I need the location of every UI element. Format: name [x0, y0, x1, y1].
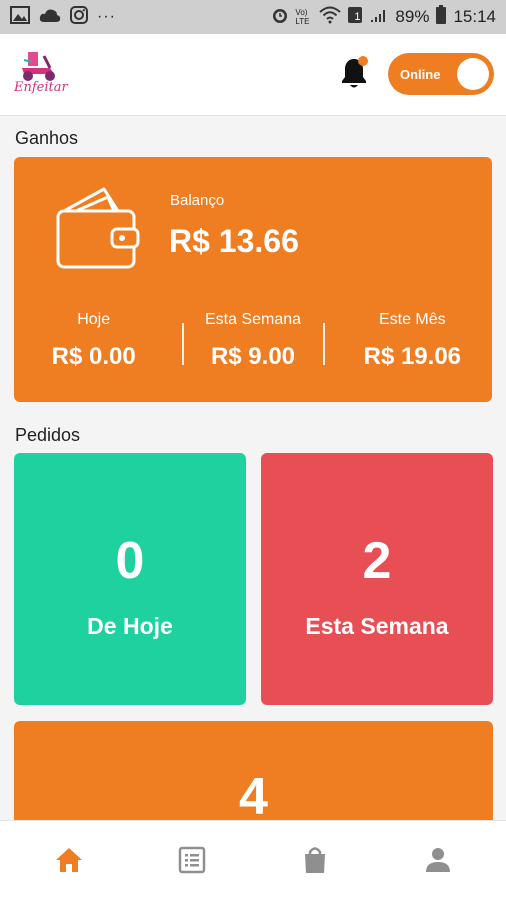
- stat-value: R$ 0.00: [51, 343, 136, 370]
- status-bar-left: ···: [10, 5, 116, 29]
- orders-today-card[interactable]: 0 De Hoje: [14, 453, 246, 705]
- toggle-knob: [457, 58, 489, 90]
- balance-value: R$ 13.66: [169, 223, 299, 259]
- status-bar-right: Vo) LTE 1 89% 15:14: [271, 4, 496, 30]
- stat-divider: [182, 323, 184, 365]
- wifi-icon: [319, 6, 342, 29]
- nav-shop[interactable]: [300, 845, 330, 875]
- app-header: Enfeitar Online: [0, 34, 506, 116]
- stat-week: Esta Semana R$ 9.00: [173, 309, 332, 379]
- orders-week-count: 2: [362, 532, 392, 590]
- stat-label: Hoje: [77, 311, 111, 328]
- stat-today: Hoje R$ 0.00: [14, 309, 173, 379]
- orders-today-label: De Hoje: [87, 613, 173, 639]
- clock: 15:14: [453, 7, 496, 26]
- wallet-icon: [54, 183, 140, 273]
- earnings-section-title: Ganhos: [15, 128, 79, 148]
- balance-label: Balanço: [170, 192, 225, 209]
- notification-badge: [358, 56, 368, 66]
- nav-home[interactable]: [54, 845, 84, 875]
- list-icon: [178, 846, 206, 874]
- orders-today-count: 0: [115, 532, 145, 590]
- stat-value: R$ 9.00: [210, 343, 296, 370]
- more-notifications: ···: [97, 8, 116, 25]
- person-icon: [426, 848, 450, 872]
- image-icon: [10, 5, 30, 29]
- stat-label: Esta Semana: [204, 311, 302, 328]
- battery-percent: 89%: [395, 7, 430, 26]
- nav-orders-list[interactable]: [177, 845, 207, 875]
- nav-profile[interactable]: [423, 845, 453, 875]
- cloud-icon: [39, 7, 61, 28]
- earnings-card: Balanço R$ 13.66 Hoje R$ 0.00 Esta Seman…: [14, 157, 492, 402]
- status-bar: ··· Vo) LTE 1 89% 15:14: [0, 0, 506, 34]
- app-logo: Enfeitar: [14, 48, 70, 98]
- logo-text: Enfeitar: [14, 80, 68, 95]
- stat-value: R$ 19.06: [363, 343, 462, 370]
- volte-label: Vo) LTE: [295, 8, 310, 26]
- orders-section-title: Pedidos: [15, 425, 81, 445]
- home-icon: [56, 848, 82, 872]
- alarm-icon: [271, 6, 289, 29]
- instagram-icon: [70, 5, 88, 29]
- shopping-bag-icon: [305, 847, 325, 873]
- orders-total-count: 4: [239, 768, 268, 826]
- orders-week-label: Esta Semana: [305, 613, 449, 639]
- sim-label: 1: [354, 11, 361, 23]
- earnings-stats: Hoje R$ 0.00 Esta Semana R$ 9.00 Este Mê…: [14, 309, 492, 379]
- orders-week-card[interactable]: 2 Esta Semana: [261, 453, 493, 705]
- signal-icon: [369, 6, 389, 29]
- stat-month: Este Mês R$ 19.06: [333, 309, 492, 379]
- battery-icon: [435, 4, 447, 30]
- online-toggle[interactable]: Online: [388, 53, 494, 95]
- stat-divider: [323, 323, 325, 365]
- online-toggle-label: Online: [400, 66, 441, 82]
- bottom-navigation: [0, 820, 506, 900]
- stat-label: Este Mês: [378, 311, 446, 328]
